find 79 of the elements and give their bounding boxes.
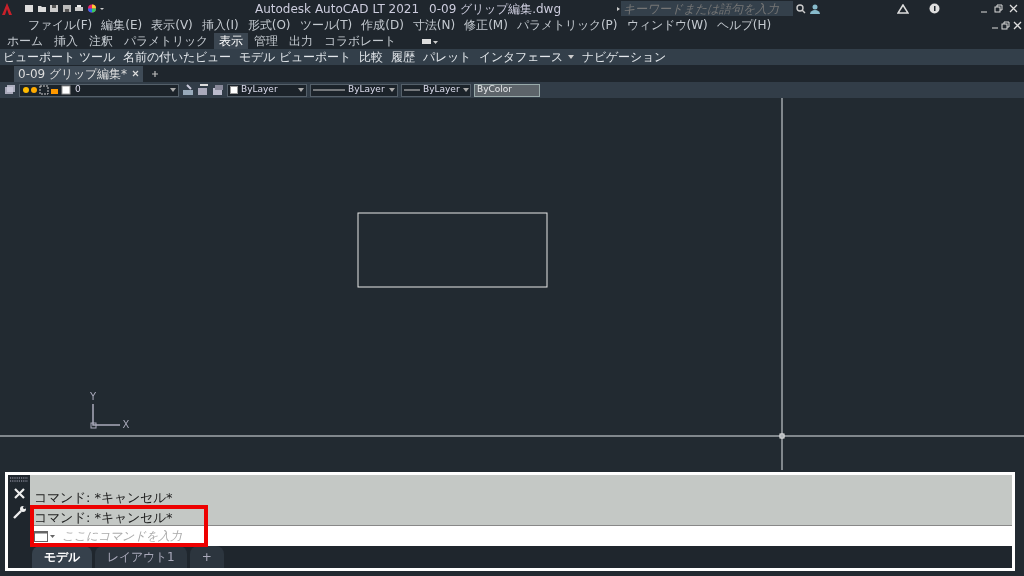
ribbon-tab[interactable]: 注釈 [84, 33, 118, 49]
caret-icon [298, 87, 304, 93]
panel-title[interactable]: 比較 [358, 48, 383, 66]
previous-layer-icon[interactable] [212, 84, 224, 96]
restore-icon[interactable] [1001, 20, 1010, 30]
new-tab-plus-icon[interactable] [151, 69, 160, 78]
close-icon[interactable] [13, 488, 25, 499]
layer-state-icons [22, 85, 72, 95]
ribbon-tab[interactable]: 管理 [249, 33, 283, 49]
ribbon-tab[interactable]: 表示 [214, 33, 248, 49]
panel-title[interactable]: パレット [422, 48, 471, 66]
linetype-dropdown[interactable]: ByLayer [310, 83, 398, 97]
help-icon[interactable] [929, 3, 940, 14]
ribbon-tab[interactable]: ホーム [2, 33, 48, 49]
print-icon[interactable] [74, 4, 84, 13]
lineweight-dropdown[interactable]: ByLayer [401, 83, 471, 97]
save-icon[interactable] [49, 4, 59, 13]
axis-label: X [122, 419, 130, 430]
menu-item[interactable]: 挿入(I) [201, 16, 239, 34]
layer-properties-icon[interactable] [4, 84, 16, 96]
menu-item[interactable]: 表示(V) [151, 16, 193, 34]
restore-icon[interactable] [994, 4, 1003, 13]
close-icon[interactable] [1012, 20, 1022, 30]
grip-handle-icon[interactable] [9, 477, 29, 482]
color-wheel-icon[interactable] [86, 4, 97, 13]
panel-title[interactable]: 履歴 [390, 48, 415, 66]
app-title: Autodesk AutoCAD LT 2021 [255, 0, 420, 18]
ribbon-display-toggle-icon[interactable] [421, 36, 439, 46]
file-name: 0-09 グリップ編集.dwg [429, 0, 562, 18]
command-history-line: コマンド: *キャンセル* [34, 490, 174, 505]
panel-title[interactable]: モデル ビューポート [238, 48, 351, 66]
line-sample-icon [404, 88, 420, 92]
command-history-line: コマンド: *キャンセル* [34, 510, 174, 525]
layout-tab[interactable]: モデル [32, 546, 92, 568]
app-logo-icon[interactable] [0, 1, 14, 16]
caret-icon [462, 87, 469, 93]
ribbon-tab[interactable]: パラメトリック [119, 33, 213, 49]
menu-item[interactable]: 作成(D) [361, 16, 404, 34]
layout-tab[interactable]: レイアウト1 [95, 546, 187, 568]
caret-icon [389, 87, 395, 93]
menu-item[interactable]: 寸法(N) [412, 16, 456, 34]
match-layer-icon[interactable] [197, 84, 209, 96]
caret-icon [170, 87, 176, 93]
menu-item[interactable]: ヘルプ(H) [716, 16, 772, 34]
command-prompt-icon[interactable] [34, 530, 56, 542]
close-icon[interactable] [1009, 4, 1018, 13]
panel-title[interactable]: インタフェース [478, 48, 563, 66]
line-sample-icon [313, 88, 345, 92]
close-icon[interactable] [132, 70, 140, 77]
menu-item[interactable]: 修正(M) [464, 16, 508, 34]
add-layout-button[interactable]: + [189, 546, 224, 568]
panel-title[interactable]: 名前の付いたビュー [122, 48, 231, 66]
ucs-axes-icon [90, 403, 121, 429]
menu-item[interactable]: 形式(O) [247, 16, 291, 34]
menu-item[interactable]: 編集(E) [101, 16, 143, 34]
make-current-icon[interactable] [182, 84, 194, 96]
ribbon-tab[interactable]: コラボレート [319, 33, 401, 49]
panel-title[interactable]: ナビゲーション [581, 48, 666, 66]
ribbon-tab[interactable]: 挿入 [49, 33, 83, 49]
color-swatch-icon [230, 86, 238, 94]
panel-caret-icon[interactable] [567, 54, 574, 60]
panel-title[interactable]: ビューポート ツール [3, 48, 115, 66]
folder-icon[interactable] [36, 4, 47, 13]
expand-arrow-icon[interactable] [615, 4, 621, 13]
new-file-icon[interactable] [24, 4, 34, 13]
ribbon-tab[interactable]: 出力 [284, 33, 318, 49]
color-dropdown[interactable]: ByLayer [227, 83, 307, 97]
save-as-icon[interactable] [61, 4, 72, 13]
search-icon[interactable] [796, 3, 806, 14]
drawing-canvas[interactable]: Y X [0, 98, 1024, 470]
menu-item[interactable]: ウィンドウ(W) [626, 16, 708, 34]
axis-label: Y [89, 391, 97, 402]
layer-dropdown[interactable]: 0 [19, 83, 179, 97]
document-tab[interactable]: 0-09 グリップ編集* [14, 65, 144, 82]
menu-item[interactable]: ツール(T) [299, 16, 353, 34]
menu-item[interactable]: パラメトリック(P) [516, 16, 618, 34]
menu-item[interactable]: ファイル(F) [28, 16, 93, 34]
wrench-icon[interactable] [12, 505, 26, 519]
user-icon[interactable] [810, 3, 820, 14]
